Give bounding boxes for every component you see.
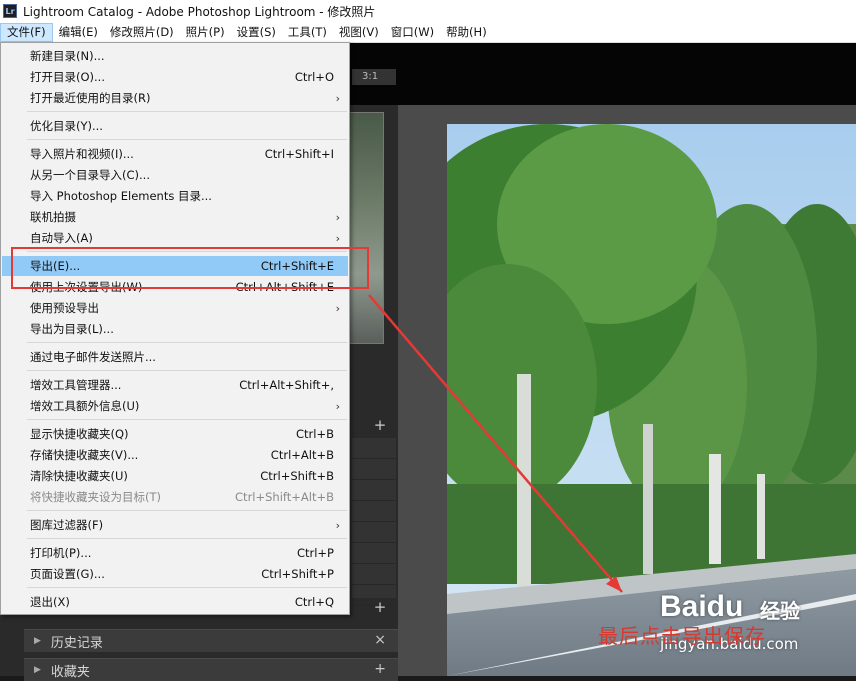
menu-edit[interactable]: 编辑(E)	[53, 23, 104, 42]
menu-item-show-quick-collection[interactable]: 显示快捷收藏夹(Q) Ctrl+B	[2, 424, 348, 444]
menu-item-open-recent[interactable]: 打开最近使用的目录(R) ›	[2, 88, 348, 108]
annotation-caption: 最后点击导出保存	[598, 624, 766, 648]
menu-item-page-setup[interactable]: 页面设置(G)... Ctrl+Shift+P	[2, 564, 348, 584]
add-preset-button[interactable]: +	[372, 417, 388, 433]
watermark-logo: Baidu	[660, 590, 744, 623]
menu-item-open-catalog[interactable]: 打开目录(O)... Ctrl+O	[2, 67, 348, 87]
title-bar: Lr Lightroom Catalog - Adobe Photoshop L…	[0, 0, 856, 22]
expand-triangle-icon: ▶	[34, 636, 41, 646]
street-trees-photo	[447, 124, 856, 676]
menu-settings[interactable]: 设置(S)	[231, 23, 282, 42]
photo-preview	[447, 124, 856, 676]
file-menu-dropdown: 新建目录(N)... 打开目录(O)... Ctrl+O 打开最近使用的目录(R…	[0, 42, 350, 615]
presets-list	[352, 438, 396, 606]
menu-photo[interactable]: 照片(P)	[180, 23, 231, 42]
collections-panel-header[interactable]: ▶ 收藏夹 +	[24, 658, 398, 681]
menu-item-import-from-catalog[interactable]: 从另一个目录导入(C)...	[2, 165, 348, 185]
menu-item-tethered[interactable]: 联机拍摄 ›	[2, 207, 348, 227]
menu-item-print[interactable]: 打印机(P)... Ctrl+P	[2, 543, 348, 563]
menu-item-email[interactable]: 通过电子邮件发送照片...	[2, 347, 348, 367]
menu-item-export-preset[interactable]: 使用预设导出 ›	[2, 298, 348, 318]
menu-help[interactable]: 帮助(H)	[440, 23, 493, 42]
menu-item-clear-quick-collection[interactable]: 清除快捷收藏夹(U) Ctrl+Shift+B	[2, 466, 348, 486]
menu-item-auto-import[interactable]: 自动导入(A) ›	[2, 228, 348, 248]
history-panel-header[interactable]: ▶ 历史记录 ×	[24, 629, 398, 652]
menu-develop[interactable]: 修改照片(D)	[104, 23, 180, 42]
submenu-arrow-icon: ›	[335, 301, 340, 315]
menu-item-optimize[interactable]: 优化目录(Y)...	[2, 116, 348, 136]
lightroom-logo-icon: Lr	[3, 4, 17, 18]
submenu-arrow-icon: ›	[335, 91, 340, 105]
menu-tools[interactable]: 工具(T)	[282, 23, 333, 42]
menu-item-set-quick-target: 将快捷收藏夹设为目标(T) Ctrl+Shift+Alt+B	[30, 490, 334, 504]
window-title: Lightroom Catalog - Adobe Photoshop Ligh…	[23, 4, 376, 19]
watermark-text: 经验	[760, 599, 800, 623]
close-icon[interactable]: ×	[374, 632, 386, 648]
collections-panel-title: 收藏夹	[50, 664, 90, 680]
submenu-arrow-icon: ›	[335, 399, 340, 413]
expand-triangle-icon: ▶	[34, 665, 41, 675]
submenu-arrow-icon: ›	[335, 210, 340, 224]
menu-item-save-quick-collection[interactable]: 存储快捷收藏夹(V)... Ctrl+Alt+B	[2, 445, 348, 465]
menu-bar: 文件(F) 编辑(E) 修改照片(D) 照片(P) 设置(S) 工具(T) 视图…	[0, 22, 856, 43]
menu-item-library-filters[interactable]: 图库过滤器(F) ›	[2, 515, 348, 535]
menu-item-import-pse[interactable]: 导入 Photoshop Elements 目录...	[2, 186, 348, 206]
menu-item-plugin-extras[interactable]: 增效工具额外信息(U) ›	[2, 396, 348, 416]
add-snapshot-button[interactable]: +	[372, 599, 388, 615]
submenu-arrow-icon: ›	[335, 231, 340, 245]
menu-item-plugin-manager[interactable]: 增效工具管理器... Ctrl+Alt+Shift+,	[2, 375, 348, 395]
navigator-zoom[interactable]: 3:1	[352, 69, 396, 85]
annotation-highlight-box	[11, 247, 369, 289]
submenu-arrow-icon: ›	[335, 518, 340, 532]
navigator-thumbnail[interactable]	[346, 112, 384, 344]
menu-item-exit[interactable]: 退出(X) Ctrl+Q	[2, 592, 348, 612]
menu-window[interactable]: 窗口(W)	[385, 23, 440, 42]
menu-file[interactable]: 文件(F)	[0, 22, 53, 42]
add-collection-icon[interactable]: +	[374, 661, 386, 677]
history-panel-title: 历史记录	[50, 635, 103, 651]
menu-item-new-catalog[interactable]: 新建目录(N)...	[2, 46, 348, 66]
menu-item-import-photos[interactable]: 导入照片和视频(I)... Ctrl+Shift+I	[2, 144, 348, 164]
menu-view[interactable]: 视图(V)	[333, 23, 385, 42]
menu-item-export-as-catalog[interactable]: 导出为目录(L)...	[2, 319, 348, 339]
